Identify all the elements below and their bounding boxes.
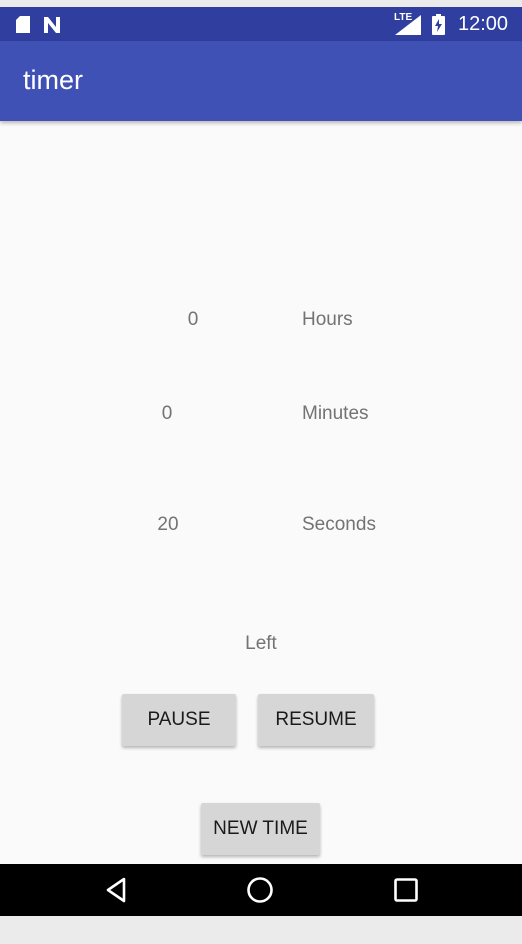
battery-charging-icon <box>432 14 445 35</box>
pause-button[interactable]: PAUSE <box>122 694 236 746</box>
minutes-label: Minutes <box>302 403 369 424</box>
app-title: timer <box>23 65 83 95</box>
app-bar: timer <box>0 41 522 121</box>
left-label: Left <box>245 633 277 654</box>
resume-button[interactable]: RESUME <box>258 694 374 746</box>
app-screen: LTE 12:00 timer 0 Hours 0 Minutes 20 Sec… <box>0 7 522 916</box>
hours-label: Hours <box>302 309 353 330</box>
status-clock: 12:00 <box>458 13 509 35</box>
recents-icon[interactable] <box>391 875 421 905</box>
new-time-button[interactable]: NEW TIME <box>201 803 320 855</box>
home-icon[interactable] <box>245 875 275 905</box>
sd-card-icon <box>16 16 30 33</box>
seconds-value: 20 <box>157 514 179 535</box>
navigation-bar <box>0 864 522 916</box>
hours-value: 0 <box>187 309 199 330</box>
seconds-label: Seconds <box>302 514 376 535</box>
minutes-value: 0 <box>161 403 173 424</box>
signal-icon <box>395 15 421 35</box>
back-icon[interactable] <box>102 875 132 905</box>
status-bar: LTE 12:00 <box>0 7 522 41</box>
n-notification-icon <box>44 17 60 33</box>
